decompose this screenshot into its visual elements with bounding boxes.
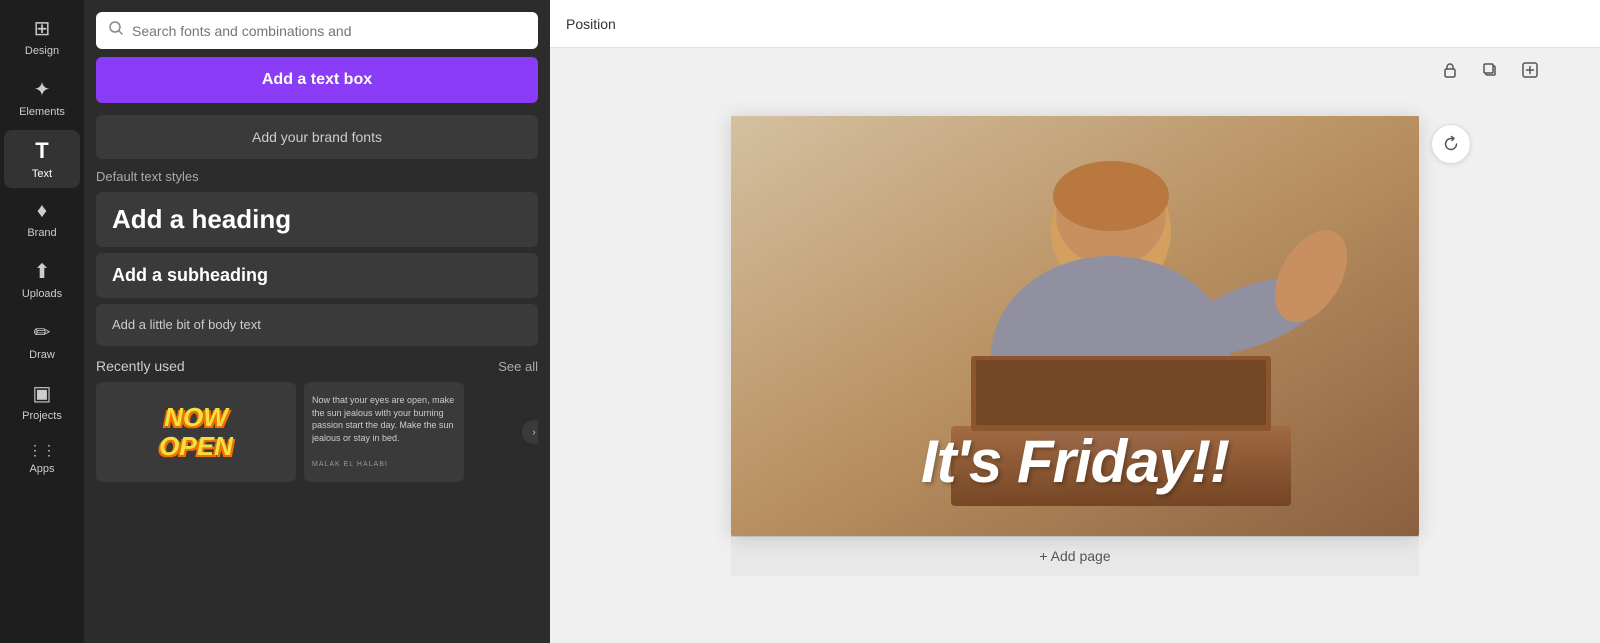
add-icon: [1521, 61, 1539, 79]
text-panel: Add a text box Add your brand fonts Defa…: [84, 0, 550, 643]
design-icon: ⊞: [34, 16, 51, 41]
see-all-link[interactable]: See all: [498, 359, 538, 374]
top-bar-title: Position: [566, 16, 616, 32]
canvas-overlay-text[interactable]: It's Friday!!: [921, 427, 1229, 496]
draw-icon: ✏: [34, 320, 51, 345]
default-text-styles-label: Default text styles: [96, 169, 538, 184]
sidebar-item-label: Elements: [19, 106, 65, 118]
search-icon: [108, 20, 124, 41]
brand-fonts-row[interactable]: Add your brand fonts: [96, 115, 538, 159]
canvas-area: It's Friday!! + Add page: [550, 48, 1600, 643]
canvas-frame[interactable]: It's Friday!!: [731, 116, 1419, 536]
body-label: Add a little bit of body text: [112, 317, 261, 332]
sidebar-item-design[interactable]: ⊞ Design: [4, 8, 80, 65]
search-input[interactable]: [132, 23, 526, 39]
duplicate-icon: [1481, 61, 1499, 79]
add-button[interactable]: [1516, 56, 1544, 84]
icon-sidebar: ⊞ Design ✦ Elements T Text ♦ Brand ⬆ Upl…: [0, 0, 84, 643]
canvas-toolbar: [1436, 56, 1544, 84]
recently-used-header: Recently used See all: [96, 358, 538, 374]
lock-button[interactable]: [1436, 56, 1464, 84]
add-text-box-button[interactable]: Add a text box: [96, 57, 538, 103]
search-bar: [96, 12, 538, 49]
sidebar-item-label: Text: [32, 168, 52, 180]
recently-used-items: NOWOPEN Now that your eyes are open, mak…: [96, 382, 538, 482]
canvas-wrapper: It's Friday!! + Add page: [731, 116, 1419, 576]
recently-used-label: Recently used: [96, 358, 185, 374]
text-icon: T: [35, 138, 48, 164]
apps-icon: ⋮⋮: [28, 442, 56, 459]
sidebar-item-projects[interactable]: ▣ Projects: [4, 373, 80, 430]
sidebar-item-uploads[interactable]: ⬆ Uploads: [4, 251, 80, 308]
sidebar-item-text[interactable]: T Text: [4, 130, 80, 188]
elements-icon: ✦: [34, 77, 51, 102]
refresh-button[interactable]: [1431, 124, 1471, 164]
sidebar-item-label: Draw: [29, 349, 55, 361]
top-bar: Position: [550, 0, 1600, 48]
sidebar-item-label: Design: [25, 45, 59, 57]
refresh-icon: [1442, 135, 1460, 153]
sidebar-item-apps[interactable]: ⋮⋮ Apps: [4, 434, 80, 483]
sidebar-item-draw[interactable]: ✏ Draw: [4, 312, 80, 369]
recently-item-now-open[interactable]: NOWOPEN: [96, 382, 296, 482]
recently-item-text-content: Now that your eyes are open, make the su…: [304, 386, 464, 478]
sidebar-item-label: Apps: [29, 463, 54, 475]
sidebar-item-brand[interactable]: ♦ Brand: [4, 192, 80, 247]
panel-scroll-area[interactable]: Add your brand fonts Default text styles…: [84, 115, 550, 643]
next-arrow-button[interactable]: ›: [522, 420, 538, 444]
add-page-bar[interactable]: + Add page: [731, 536, 1419, 576]
sidebar-item-label: Projects: [22, 410, 62, 422]
subheading-style-item[interactable]: Add a subheading: [96, 253, 538, 298]
brand-icon: ♦: [37, 200, 47, 223]
recently-item-quote[interactable]: Now that your eyes are open, make the su…: [304, 382, 464, 482]
lock-icon: [1441, 61, 1459, 79]
sidebar-item-label: Brand: [27, 227, 56, 239]
duplicate-button[interactable]: [1476, 56, 1504, 84]
heading-style-item[interactable]: Add a heading: [96, 192, 538, 247]
now-open-text: NOWOPEN: [159, 403, 233, 460]
projects-icon: ▣: [33, 381, 52, 406]
body-style-item[interactable]: Add a little bit of body text: [96, 304, 538, 346]
subheading-label: Add a subheading: [112, 265, 268, 285]
heading-label: Add a heading: [112, 204, 291, 234]
sidebar-item-label: Uploads: [22, 288, 62, 300]
sidebar-item-elements[interactable]: ✦ Elements: [4, 69, 80, 126]
uploads-icon: ⬆: [34, 259, 51, 284]
main-area: Position: [550, 0, 1600, 643]
